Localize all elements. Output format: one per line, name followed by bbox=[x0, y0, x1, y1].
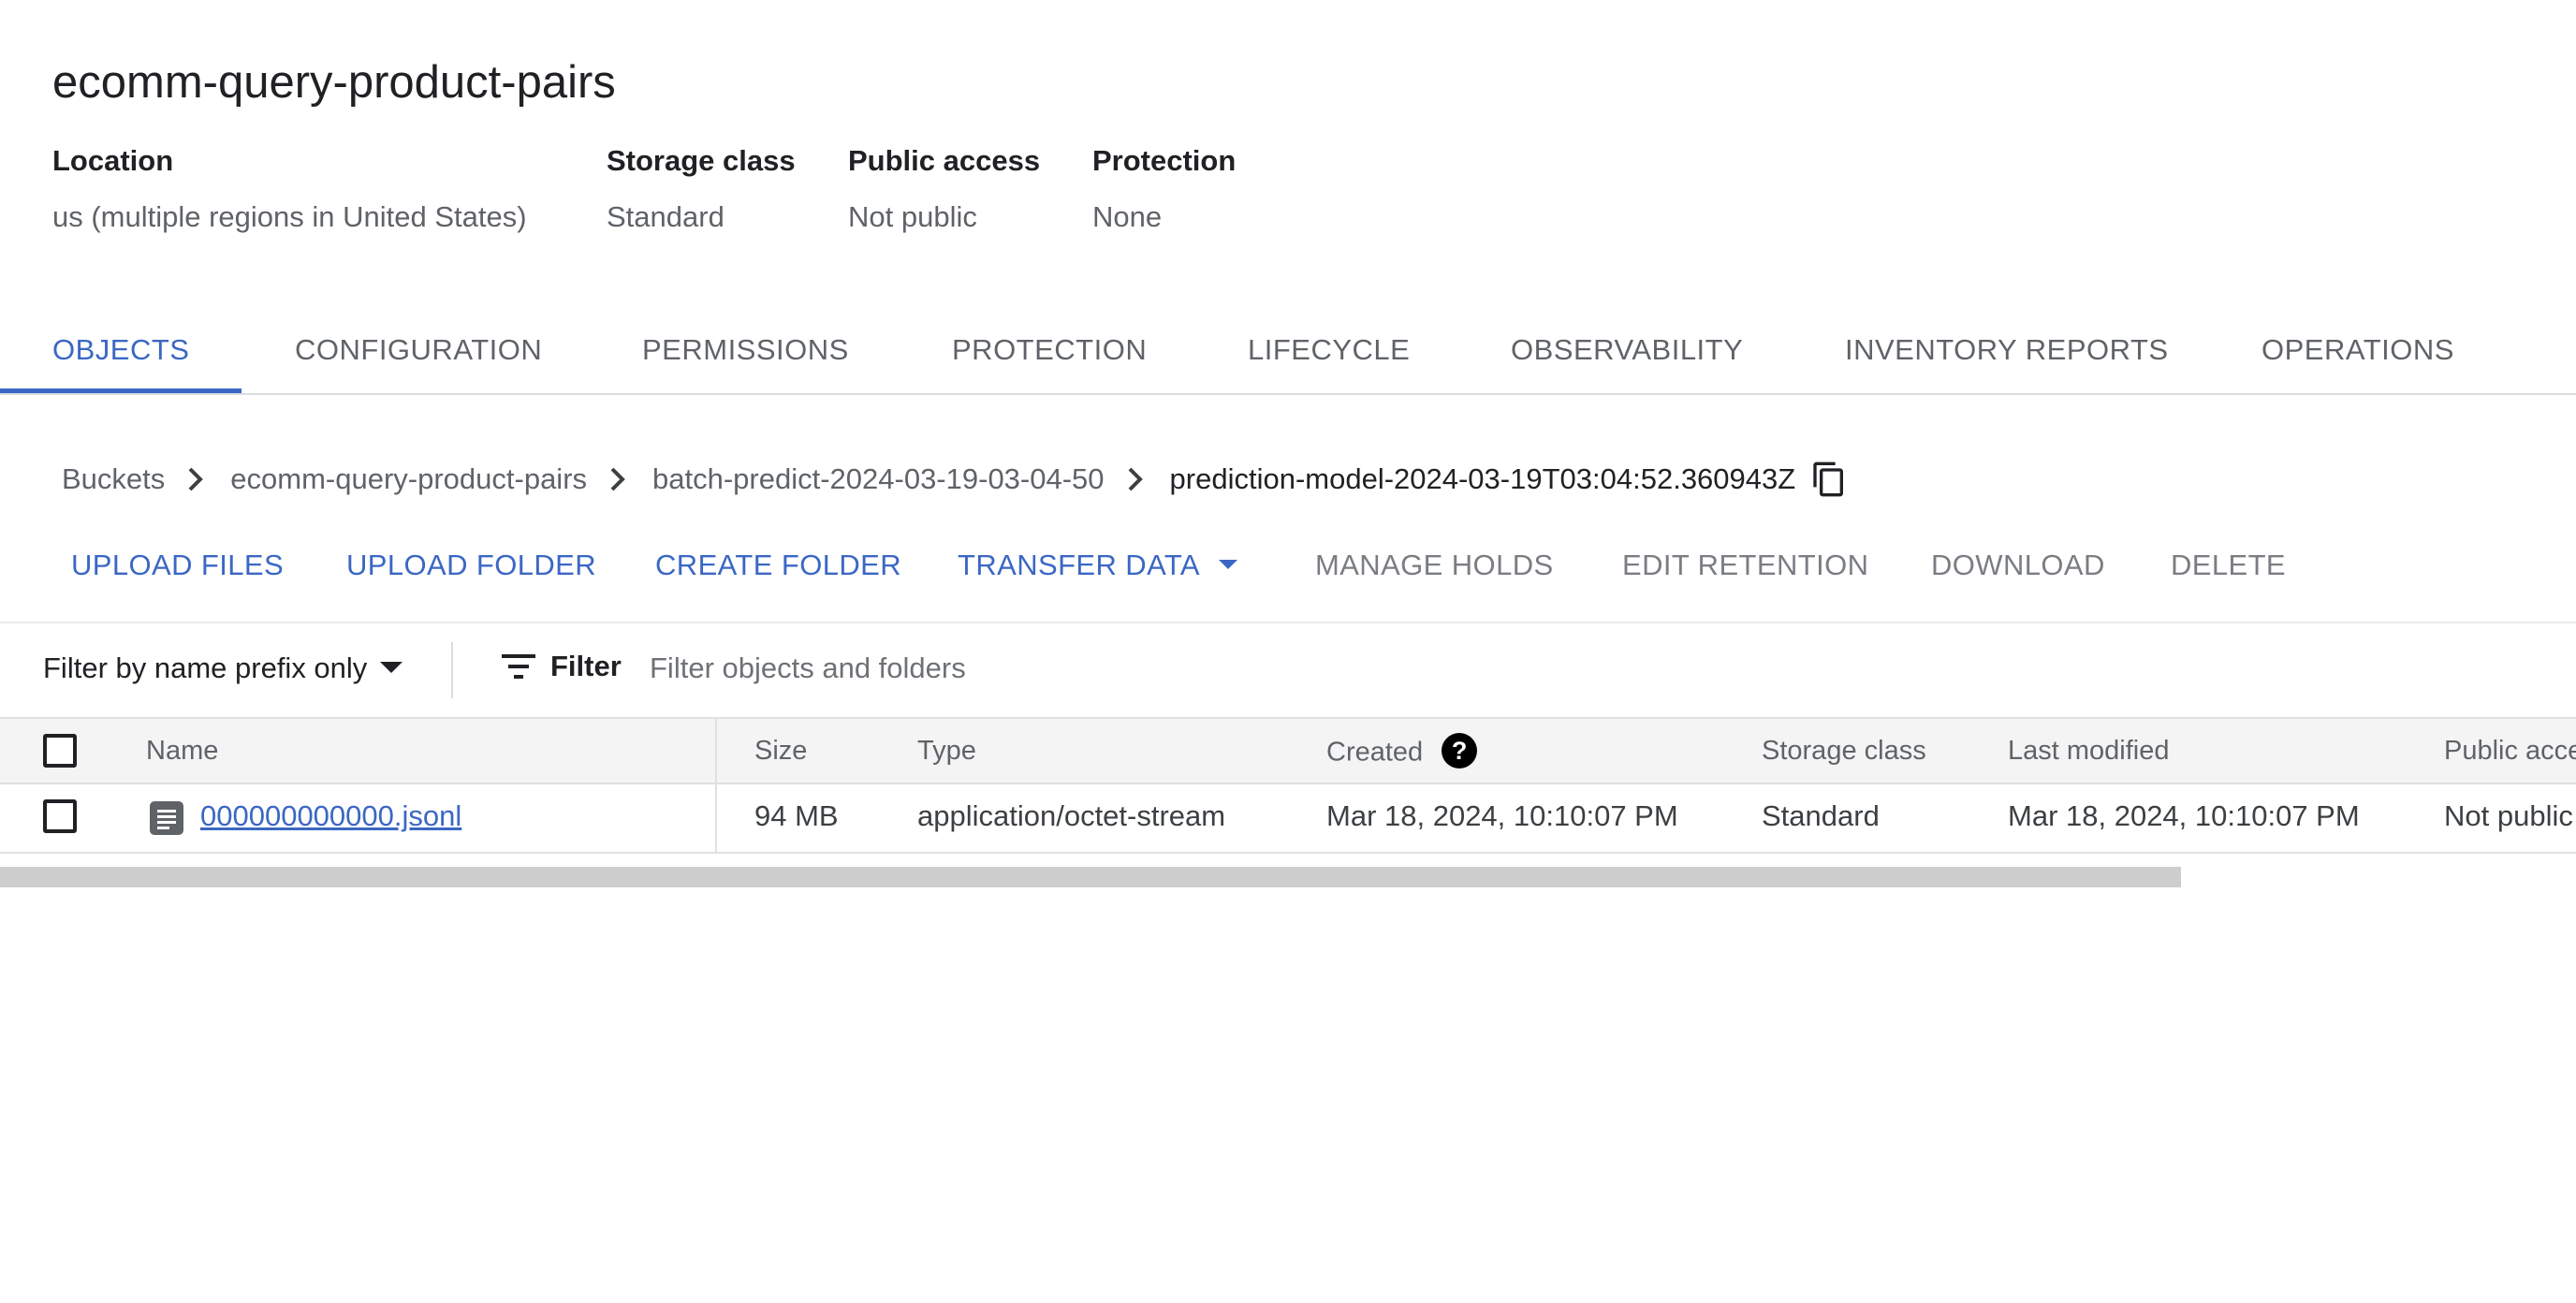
column-header-type[interactable]: Type bbox=[917, 736, 976, 767]
public-access-info: Public access Not public bbox=[848, 144, 1040, 234]
tab-observability[interactable]: OBSERVABILITY bbox=[1458, 315, 1795, 393]
download-button[interactable]: DOWNLOAD bbox=[1931, 549, 2105, 582]
breadcrumb-current: prediction-model-2024-03-19T03:04:52.360… bbox=[1169, 462, 1796, 495]
tab-lifecycle[interactable]: LIFECYCLE bbox=[1195, 315, 1462, 393]
file-icon bbox=[150, 801, 183, 835]
chevron-right-icon bbox=[610, 467, 625, 491]
object-name-link[interactable]: 000000000000.jsonl bbox=[200, 799, 461, 833]
protection-label: Protection bbox=[1092, 144, 1237, 177]
divider bbox=[451, 642, 453, 698]
filter-mode-dropdown[interactable]: Filter by name prefix only bbox=[43, 652, 403, 685]
upload-folder-button[interactable]: UPLOAD FOLDER bbox=[346, 549, 596, 582]
object-type: application/octet-stream bbox=[917, 799, 1226, 832]
edit-retention-button[interactable]: EDIT RETENTION bbox=[1622, 549, 1868, 582]
public-access-label: Public access bbox=[848, 144, 1041, 177]
select-all-checkbox[interactable] bbox=[43, 734, 77, 768]
tab-protection[interactable]: PROTECTION bbox=[900, 315, 1199, 393]
chevron-right-icon bbox=[188, 467, 204, 491]
breadcrumb-bucket[interactable]: ecomm-query-product-pairs bbox=[230, 462, 587, 496]
object-created: Mar 18, 2024, 10:10:07 PM bbox=[1326, 799, 1678, 832]
help-icon[interactable]: ? bbox=[1442, 733, 1478, 769]
create-folder-button[interactable]: CREATE FOLDER bbox=[655, 549, 901, 582]
object-last-modified: Mar 18, 2024, 10:10:07 PM bbox=[2008, 799, 2360, 832]
tab-operations[interactable]: OPERATIONS bbox=[2209, 315, 2507, 393]
upload-files-button[interactable]: UPLOAD FILES bbox=[71, 549, 284, 582]
protection-info: Protection None bbox=[1092, 144, 1236, 234]
object-action-bar: UPLOAD FILES UPLOAD FOLDER CREATE FOLDER… bbox=[0, 530, 2576, 623]
chevron-right-icon bbox=[1128, 467, 1143, 491]
location-label: Location bbox=[52, 144, 174, 177]
tab-objects[interactable]: OBJECTS bbox=[0, 315, 242, 393]
column-header-storage-class[interactable]: Storage class bbox=[1762, 736, 1926, 767]
page-title: ecomm-query-product-pairs bbox=[52, 57, 616, 108]
breadcrumb: Buckets ecomm-query-product-pairs batch-… bbox=[62, 457, 1848, 502]
tab-configuration[interactable]: CONFIGURATION bbox=[242, 315, 594, 393]
row-checkbox[interactable] bbox=[43, 799, 77, 833]
tab-inventory-reports[interactable]: INVENTORY REPORTS bbox=[1793, 315, 2221, 393]
table-row: 000000000000.jsonl 94 MB application/oct… bbox=[0, 784, 2576, 854]
location-value: us (multiple regions in United States) bbox=[52, 200, 527, 233]
column-header-name[interactable]: Name bbox=[146, 736, 218, 767]
storage-class-info: Storage class Standard bbox=[607, 144, 796, 234]
horizontal-scrollbar[interactable] bbox=[0, 867, 2181, 887]
object-storage-class: Standard bbox=[1762, 799, 1880, 832]
bucket-details-page: ecomm-query-product-pairs Location us (m… bbox=[0, 0, 2576, 1303]
delete-button[interactable]: DELETE bbox=[2171, 549, 2286, 582]
copy-icon[interactable] bbox=[1810, 461, 1848, 498]
caret-down-icon bbox=[380, 661, 403, 673]
tab-bar: OBJECTS CONFIGURATION PERMISSIONS PROTEC… bbox=[0, 315, 2576, 395]
tab-permissions[interactable]: PERMISSIONS bbox=[590, 315, 901, 393]
object-public-access: Not public bbox=[2444, 799, 2573, 832]
breadcrumb-folder[interactable]: batch-predict-2024-03-19-03-04-50 bbox=[652, 462, 1105, 496]
storage-class-value: Standard bbox=[607, 200, 724, 233]
column-divider bbox=[715, 717, 717, 854]
manage-holds-button[interactable]: MANAGE HOLDS bbox=[1315, 549, 1554, 582]
column-header-public-access[interactable]: Public acce bbox=[2444, 736, 2576, 767]
filter-icon bbox=[502, 654, 535, 679]
public-access-value: Not public bbox=[848, 200, 977, 233]
column-header-last-modified[interactable]: Last modified bbox=[2008, 736, 2170, 767]
column-header-size[interactable]: Size bbox=[754, 736, 807, 767]
object-size: 94 MB bbox=[754, 799, 839, 832]
transfer-data-label: TRANSFER DATA bbox=[958, 549, 1200, 581]
filter-mode-label: Filter by name prefix only bbox=[43, 652, 368, 684]
table-header: Name Size Type Created? Storage class La… bbox=[0, 717, 2576, 784]
location-info: Location us (multiple regions in United … bbox=[52, 144, 527, 234]
protection-value: None bbox=[1092, 200, 1163, 233]
filter-button-label: Filter bbox=[550, 650, 622, 682]
filter-bar: Filter by name prefix only Filter bbox=[0, 623, 2576, 717]
caret-down-icon bbox=[1218, 559, 1237, 569]
breadcrumb-buckets[interactable]: Buckets bbox=[62, 462, 165, 496]
created-header-label: Created bbox=[1326, 737, 1424, 768]
storage-class-label: Storage class bbox=[607, 144, 796, 177]
filter-input[interactable] bbox=[650, 644, 2428, 693]
column-header-created[interactable]: Created? bbox=[1326, 733, 1478, 771]
filter-button[interactable]: Filter bbox=[500, 650, 622, 683]
transfer-data-button[interactable]: TRANSFER DATA bbox=[958, 549, 1237, 582]
